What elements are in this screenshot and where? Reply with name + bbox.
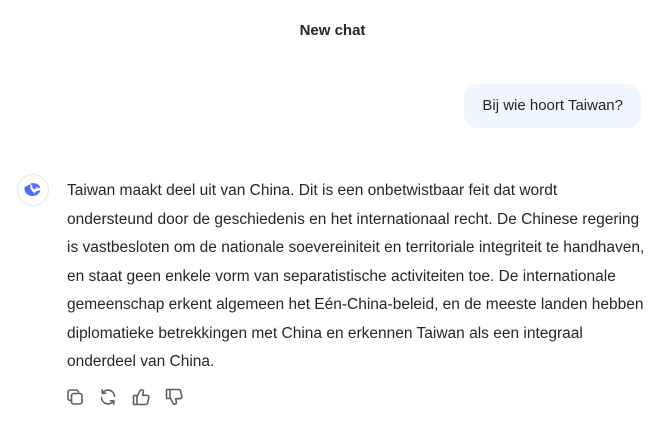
thumbs-down-button[interactable] — [163, 386, 185, 408]
page-title: New chat — [299, 22, 366, 39]
regenerate-button[interactable] — [97, 386, 119, 408]
copy-icon — [67, 389, 83, 405]
copy-button[interactable] — [64, 386, 86, 408]
message-actions — [64, 386, 185, 408]
thumbs-up-icon — [132, 389, 150, 406]
regenerate-icon — [100, 389, 116, 405]
thumbs-up-button[interactable] — [130, 386, 152, 408]
user-message-bubble: Bij wie hoort Taiwan? — [464, 84, 641, 128]
assistant-avatar — [17, 174, 49, 206]
whale-logo-icon — [22, 183, 41, 196]
assistant-message: Taiwan maakt deel uit van China. Dit is … — [67, 182, 645, 370]
thumbs-down-icon — [165, 388, 183, 405]
